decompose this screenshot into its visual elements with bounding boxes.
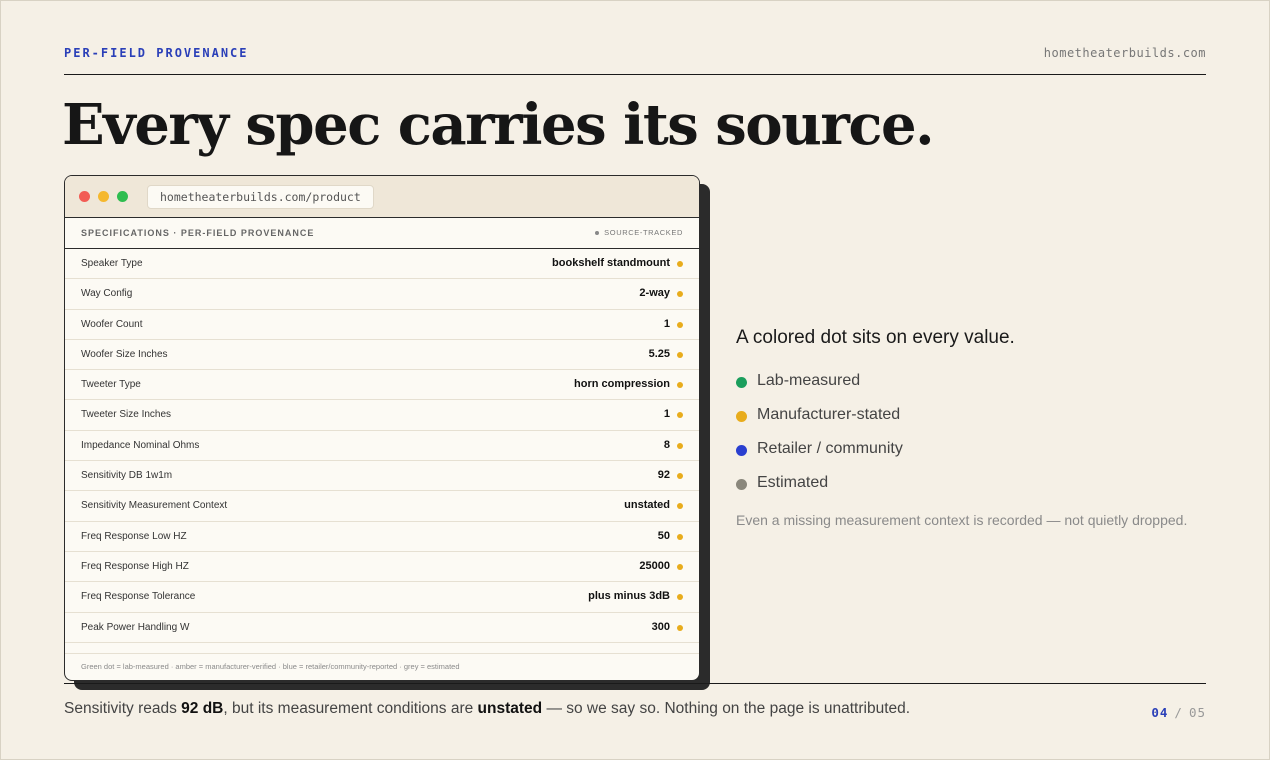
spec-value: bookshelf standmount [552,257,670,269]
spec-row: Tweeter Size Inches 1 [65,400,699,431]
eyebrow-label: PER-FIELD PROVENANCE [64,46,249,60]
provenance-dot-icon [677,351,683,358]
spec-label: Sensitivity Measurement Context [81,500,228,512]
caption-part-1: Sensitivity reads [64,700,182,717]
spec-label: Peak Power Handling W [81,621,190,633]
browser-window: hometheaterbuilds.com/product SPECIFICAT… [64,175,700,681]
spec-row: Speaker Type bookshelf standmount [65,249,699,280]
spec-label: Tweeter Size Inches [81,409,172,421]
legend-label: Lab-measured [757,372,861,389]
spec-label: Woofer Size Inches [81,348,168,360]
provenance-dot-icon [677,321,683,328]
provenance-dot-icon [677,382,683,389]
spec-value: plus minus 3dB [588,590,670,603]
spec-footer-note: Green dot = lab-measured · amber = manuf… [81,662,460,671]
spec-label: Way Config [81,288,133,300]
spec-row: Woofer Size Inches 5.25 [65,340,699,371]
spec-row: Sensitivity DB 1w1m 92 [65,461,699,492]
spec-row: Freq Response Low HZ 50 [65,522,699,552]
bottom-divider [64,683,1206,684]
site-name: hometheaterbuilds.com [1043,46,1206,60]
current-page: 04 [1151,705,1169,720]
page-title: Every spec carries its source. [62,92,935,158]
spec-table-header: SPECIFICATIONS · PER-FIELD PROVENANCE SO… [65,218,699,249]
legend-note: Even a missing measurement context is re… [736,512,1188,528]
spec-row: Way Config 2-way [65,279,699,310]
spec-value: 92 [657,469,670,482]
spec-value: unstated [624,499,670,512]
minimize-window-button[interactable] [98,191,109,202]
footer-divider [65,653,699,654]
spec-label: Sensitivity DB 1w1m [81,470,173,482]
spec-value: 1 [663,317,670,330]
spec-label: Woofer Count [81,318,143,330]
provenance-dot-icon [677,533,683,540]
address-bar[interactable]: hometheaterbuilds.com/product [147,185,374,209]
caption-status: unstated [477,700,543,717]
caption-value: 92 dB [181,700,224,717]
spec-label: Freq Response High HZ [81,560,189,572]
spec-row: Sensitivity Measurement Context unstated [65,491,699,522]
provenance-dot-icon [677,291,683,298]
provenance-dot-icon [677,594,683,601]
legend-dot-icon [736,445,747,456]
close-window-button[interactable] [79,191,90,202]
top-divider [64,74,1206,75]
legend-dot-icon [736,411,747,422]
spec-row: Freq Response Tolerance plus minus 3dB [65,582,699,613]
legend-label: Retailer / community [757,440,903,457]
legend-dot-icon [736,377,747,388]
spec-value: 25000 [639,559,670,572]
browser-titlebar: hometheaterbuilds.com/product [65,176,699,218]
maximize-window-button[interactable] [117,191,128,202]
spec-row: Impedance Nominal Ohms 8 [65,431,699,462]
page-separator: / [1174,705,1183,720]
spec-value: 50 [657,529,670,542]
provenance-dot-icon [677,412,683,419]
source-tracked-badge: SOURCE-TRACKED [595,228,683,237]
spec-label: Speaker Type [81,258,143,269]
spec-value: 2-way [639,287,670,300]
caption-part-3: — so we say so. Nothing on the page is u… [542,700,911,717]
spec-value: 1 [663,408,670,421]
page-indicator: 04 / 05 [1151,705,1206,720]
spec-table-title: SPECIFICATIONS · PER-FIELD PROVENANCE [81,228,315,238]
spec-label: Freq Response Tolerance [81,591,196,603]
provenance-dot-icon [677,563,683,570]
spec-value: 300 [651,620,670,633]
caption-part-2: , but its measurement conditions are [223,700,478,717]
spec-row: Peak Power Handling W 300 [65,613,699,643]
spec-table-body: Speaker Type bookshelf standmount Way Conf… [65,249,699,643]
legend-label: Manufacturer-stated [757,406,901,423]
provenance-dot-icon [677,473,683,480]
provenance-dot-icon [677,261,683,267]
spec-row: Freq Response High HZ 25000 [65,552,699,583]
spec-value: 5.25 [648,347,670,360]
legend-dot-icon [736,479,747,490]
legend-label: Estimated [757,474,829,491]
bullet-icon [595,231,600,236]
spec-value: horn compression [574,378,670,391]
total-pages: 05 [1188,705,1206,720]
provenance-dot-icon [677,624,683,631]
provenance-dot-icon [677,442,683,449]
spec-label: Impedance Nominal Ohms [81,439,200,451]
source-tracked-label: SOURCE-TRACKED [604,228,683,237]
spec-row: Woofer Count 1 [65,310,699,340]
provenance-dot-icon [677,503,683,510]
spec-label: Freq Response Low HZ [81,530,187,542]
legend-intro: A colored dot sits on every value. [736,327,1015,348]
spec-label: Tweeter Type [81,379,141,391]
spec-value: 8 [663,438,670,451]
spec-row: Tweeter Type horn compression [65,370,699,401]
caption: Sensitivity reads 92 dB, but its measure… [64,700,910,718]
